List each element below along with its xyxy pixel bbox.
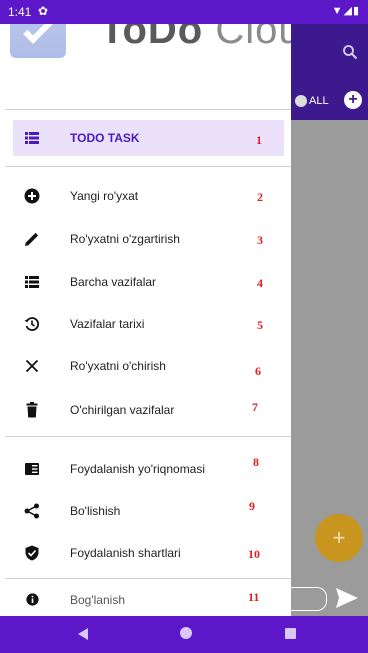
divider [5,166,291,167]
annotation-number: 4 [257,276,263,290]
drawer-item-all-tasks[interactable]: Barcha vazifalar 4 [0,262,291,302]
home-icon[interactable] [180,627,192,639]
add-list-button[interactable]: + [344,91,362,109]
task-input[interactable] [291,587,327,611]
back-icon[interactable] [76,627,90,641]
drawer-item-label: Bo'lishish [70,504,121,518]
list-icon [25,132,39,144]
checkmark-icon [23,24,53,44]
status-bar: 1:41 ✿ ▼◢▮ [0,0,368,24]
drawer-item-todo-task[interactable]: TODO TASK 1 [13,120,284,156]
drawer-item-deleted-tasks[interactable]: O'chirilgan vazifalar 7 [0,390,291,430]
drawer-item-label: Ro'yxatni o'zgartirish [70,232,180,246]
drawer-item-label: TODO TASK [70,131,140,145]
app-bottom-bar [291,579,368,616]
annotation-number: 1 [256,133,262,147]
shield-check-icon [25,545,39,561]
annotation-number: 7 [252,400,258,414]
drawer-item-task-history[interactable]: Vazifalar tarixi 5 [0,304,291,344]
divider [5,436,291,437]
drawer-item-label: Barcha vazifalar [70,275,157,289]
trash-icon [26,402,38,418]
search-icon[interactable] [342,44,358,60]
list-icon [25,276,39,288]
gear-icon: ✿ [38,4,49,18]
app-title-light: Cloud [215,24,291,52]
system-nav-bar [0,616,368,653]
add-task-fab[interactable]: + [315,514,363,562]
app-toolbar: ALL + [291,24,368,120]
drawer-item-user-guide[interactable]: Foydalanish yo'riqnomasi 8 [0,449,291,489]
annotation-number: 2 [257,190,263,204]
drawer-item-new-list[interactable]: Yangi ro'yxat 2 [0,176,291,216]
toggle-knob [295,95,307,107]
status-time: 1:41 [8,5,32,19]
send-icon[interactable] [335,587,359,609]
divider [5,578,291,579]
drawer-item-contact[interactable]: Bog'lanish 11 [0,580,291,616]
guide-icon [25,463,39,475]
close-icon [25,359,39,373]
drawer-item-edit-list[interactable]: Ro'yxatni o'zgartirish 3 [0,219,291,259]
drawer-item-label: Foydalanish yo'riqnomasi [70,462,206,476]
annotation-number: 3 [257,233,263,247]
all-filter-label: ALL [309,95,329,107]
annotation-number: 6 [255,364,261,378]
drawer-item-label: Foydalanish shartlari [70,546,181,560]
history-icon [24,317,40,331]
drawer-item-label: Bog'lanish [70,593,125,607]
info-icon [26,593,39,606]
recent-apps-icon[interactable] [285,628,296,639]
annotation-number: 11 [248,590,260,604]
drawer-item-label: Vazifalar tarixi [70,317,145,331]
share-icon [24,503,39,519]
app-title: ToDo Cloud [100,24,291,53]
signal-battery-icons: ▼◢▮ [331,5,360,17]
drawer-item-label: O'chirilgan vazifalar [70,403,175,417]
edit-pencil-icon [25,232,39,246]
drawer-item-delete-list[interactable]: Ro'yxatni o'chirish 6 [0,346,291,386]
drawer-item-label: Ro'yxatni o'chirish [70,359,166,373]
app-logo [10,24,66,58]
annotation-number: 5 [257,318,263,332]
annotation-number: 10 [248,547,260,561]
drawer-item-label: Yangi ro'yxat [70,189,139,203]
add-circle-icon [24,188,40,204]
annotation-number: 8 [253,455,259,469]
divider [5,109,291,110]
drawer-item-share[interactable]: Bo'lishish 9 [0,491,291,531]
app-title-bold: ToDo [100,24,204,52]
annotation-number: 9 [249,499,255,513]
background-app: ALL + + [291,24,368,616]
navigation-drawer: ToDo Cloud TODO TASK 1 Yangi ro'yxat 2 R… [0,24,291,616]
drawer-item-terms-of-use[interactable]: Foydalanish shartlari 10 [0,533,291,573]
